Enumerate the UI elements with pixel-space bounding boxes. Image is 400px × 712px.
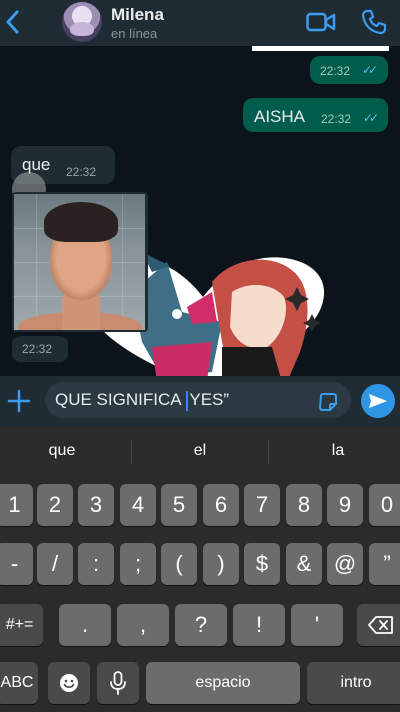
photo-message[interactable] — [12, 192, 148, 332]
key-comma[interactable]: , — [117, 604, 169, 646]
return-key[interactable]: intro — [307, 662, 400, 704]
dictation-key[interactable] — [97, 662, 139, 704]
suggestion-la[interactable]: la — [278, 442, 398, 460]
key-question[interactable]: ? — [175, 604, 227, 646]
read-ticks-icon: ✓✓ — [362, 63, 378, 77]
key-6[interactable]: 6 — [203, 484, 239, 526]
space-key[interactable]: espacio — [146, 662, 300, 704]
microphone-icon — [110, 671, 126, 695]
chat-area[interactable]: 22:32 ✓✓ AISHA 22:32 ✓✓ que 22:32 22:32 — [0, 46, 400, 376]
input-text-after-caret: YES” — [189, 390, 230, 409]
key-dollar[interactable]: $ — [244, 543, 280, 585]
key-quote[interactable]: ” — [369, 543, 400, 585]
message-time: 22:32 — [22, 342, 53, 356]
message-input[interactable]: QUE SIGNIFICA YES” — [45, 382, 351, 418]
key-0[interactable]: 0 — [369, 484, 400, 526]
message-time: 22:32 — [321, 112, 352, 126]
send-icon — [369, 394, 387, 408]
suggestion-que[interactable]: que — [2, 442, 122, 460]
key-8[interactable]: 8 — [286, 484, 322, 526]
key-period[interactable]: . — [59, 604, 111, 646]
message-time: 22:32 — [66, 165, 97, 179]
photo-image[interactable] — [14, 194, 145, 330]
contact-name[interactable]: Milena — [111, 5, 164, 25]
emoji-icon — [60, 674, 78, 692]
key-semicolon[interactable]: ; — [120, 543, 156, 585]
video-call-icon[interactable] — [306, 10, 336, 34]
scroll-indicator — [252, 46, 389, 51]
key-dash[interactable]: - — [0, 543, 33, 585]
sticker-icon[interactable] — [318, 392, 338, 412]
input-text-before-caret: QUE SIGNIFICA — [55, 390, 186, 409]
key-abc[interactable]: ABC — [0, 662, 38, 704]
key-5[interactable]: 5 — [161, 484, 197, 526]
chat-header: Milena en línea — [0, 0, 400, 47]
composer-bar: QUE SIGNIFICA YES” — [0, 376, 400, 426]
emoji-key[interactable] — [48, 662, 90, 704]
key-colon[interactable]: : — [78, 543, 114, 585]
key-exclamation[interactable]: ! — [233, 604, 285, 646]
key-4[interactable]: 4 — [120, 484, 156, 526]
back-chevron-icon[interactable] — [4, 9, 24, 35]
key-at[interactable]: @ — [327, 543, 363, 585]
send-button[interactable] — [361, 384, 395, 418]
message-time: 22:32 — [320, 64, 351, 78]
key-close-paren[interactable]: ) — [203, 543, 239, 585]
plus-icon[interactable] — [7, 389, 31, 413]
outgoing-message[interactable]: AISHA 22:32 ✓✓ — [243, 98, 388, 132]
delete-key[interactable] — [357, 604, 400, 646]
key-slash[interactable]: / — [37, 543, 73, 585]
key-more-symbols[interactable]: #+= — [0, 604, 43, 646]
key-3[interactable]: 3 — [78, 484, 114, 526]
key-2[interactable]: 2 — [37, 484, 73, 526]
avatar[interactable] — [62, 2, 102, 42]
phone-call-icon[interactable] — [361, 9, 387, 35]
suggestion-bar: que el la — [0, 426, 400, 476]
key-apostrophe[interactable]: ' — [291, 604, 343, 646]
key-1[interactable]: 1 — [0, 484, 33, 526]
backspace-icon — [368, 616, 393, 634]
key-ampersand[interactable]: & — [286, 543, 322, 585]
key-9[interactable]: 9 — [327, 484, 363, 526]
message-text: AISHA — [254, 107, 306, 126]
read-ticks-icon: ✓✓ — [363, 111, 379, 125]
keyboard: que el la 1 2 3 4 5 6 7 8 9 0 - / : ; ( … — [0, 426, 400, 712]
key-7[interactable]: 7 — [244, 484, 280, 526]
outgoing-message[interactable]: 22:32 ✓✓ — [310, 56, 388, 84]
key-open-paren[interactable]: ( — [161, 543, 197, 585]
suggestion-el[interactable]: el — [140, 442, 260, 460]
contact-status: en línea — [111, 26, 158, 41]
